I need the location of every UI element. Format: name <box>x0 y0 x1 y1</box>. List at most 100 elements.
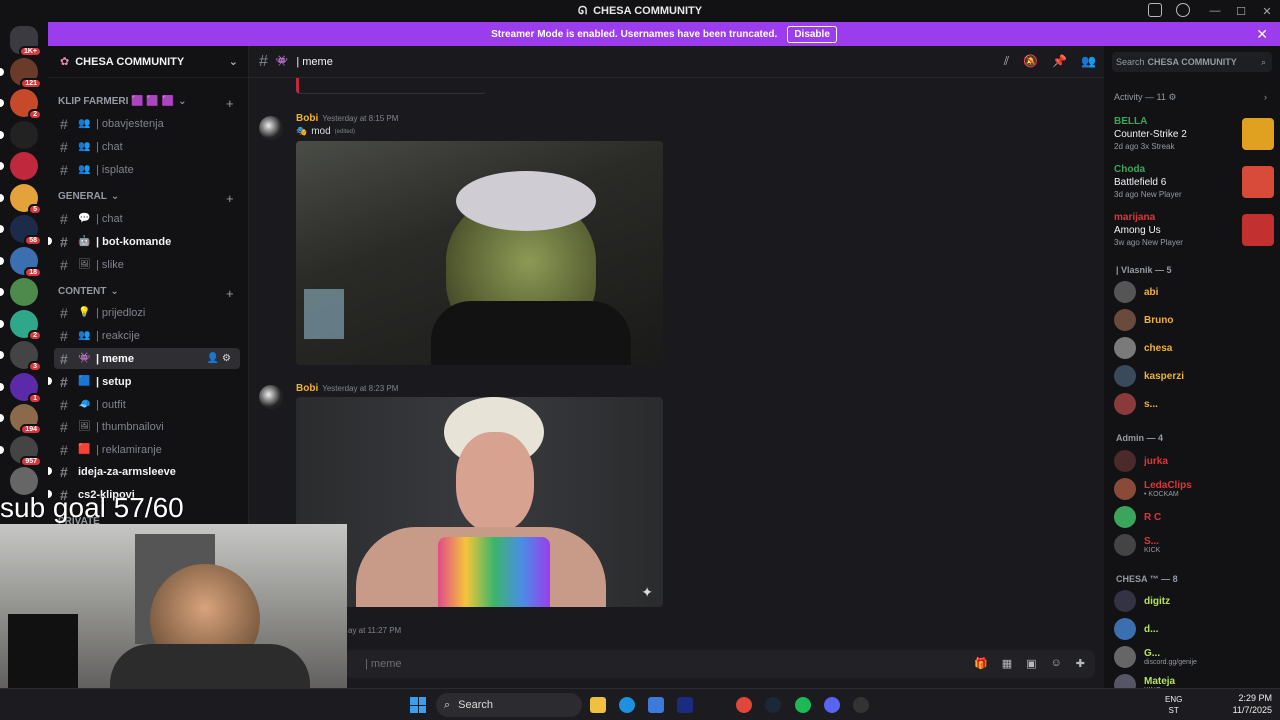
member-item[interactable]: Bruno <box>1114 308 1173 332</box>
gift-icon[interactable]: 🎁 <box>974 657 988 670</box>
avatar <box>1114 281 1136 303</box>
channel-name: ideja-za-armsleeve <box>78 465 176 478</box>
pin-icon[interactable]: 📌 <box>1052 54 1067 69</box>
server-icon[interactable]: 194 <box>10 404 42 435</box>
notification-bell-icon[interactable]: 🔕 <box>1023 54 1038 69</box>
channel-item[interactable]: # 🟦 | setup <box>48 371 240 392</box>
members-icon[interactable]: 👥 <box>1081 54 1096 69</box>
windows-start-icon[interactable] <box>410 697 426 713</box>
language-indicator[interactable]: ENG ST <box>1165 694 1182 716</box>
spotify-icon[interactable] <box>795 697 811 713</box>
chevron-down-icon[interactable]: ⌄ <box>229 55 238 68</box>
gif-icon[interactable]: ▦ <box>1002 657 1012 670</box>
server-icon[interactable]: 1K+ <box>10 26 42 57</box>
taskbar-search[interactable]: ⌕ Search <box>436 693 582 717</box>
activity-card[interactable]: marijana Among Us 3w ago New Player <box>1114 212 1274 256</box>
edge-icon[interactable] <box>619 697 635 713</box>
add-channel-icon[interactable]: + <box>226 191 234 206</box>
server-icon[interactable]: 2 <box>10 309 42 341</box>
steam-icon[interactable] <box>765 697 781 713</box>
category-header[interactable]: CONTENT ⌄ + <box>58 286 234 301</box>
unread-badge: 58 <box>24 235 42 246</box>
add-channel-icon[interactable]: + <box>226 286 234 301</box>
server-icon[interactable]: 18 <box>10 246 42 278</box>
message-image-zesty[interactable]: ✦ <box>296 397 663 607</box>
discord-icon[interactable] <box>824 697 840 713</box>
activity-card[interactable]: Choda Battlefield 6 3d ago New Player <box>1114 164 1274 208</box>
channel-item[interactable]: # 👾 | meme 👤⚙ <box>54 348 240 369</box>
channel-item[interactable]: # 🖼 | thumbnailovi <box>54 416 240 437</box>
server-icon[interactable]: 5 <box>10 183 42 215</box>
member-item[interactable]: LedaClips • KOCKAM <box>1114 477 1192 501</box>
channel-item[interactable]: # 🖼 | slike <box>54 254 240 275</box>
member-item[interactable]: d... <box>1114 617 1158 641</box>
activity-header[interactable]: Activity — 11 ⚙ › <box>1114 92 1267 103</box>
sequin-top <box>438 537 550 607</box>
member-item[interactable]: chesa <box>1114 336 1172 360</box>
member-item[interactable]: R C <box>1114 505 1161 529</box>
member-item[interactable]: jurka <box>1114 449 1168 473</box>
message-composer[interactable]: | meme 🎁 ▦ ▣ ☺ ✚ <box>345 650 1095 678</box>
channel-item[interactable]: # 👥 | obavjestenja <box>54 113 240 134</box>
server-icon[interactable]: 121 <box>10 57 42 89</box>
chrome-icon[interactable] <box>736 697 752 713</box>
maximize-button[interactable]: ☐ <box>1228 0 1254 22</box>
channel-item[interactable]: # 👥 | chat <box>54 136 240 157</box>
message-image-goblin[interactable] <box>296 141 663 365</box>
channel-item[interactable]: # 🟥 | reklamiranje <box>54 439 240 460</box>
store-icon[interactable] <box>648 697 664 713</box>
minimize-button[interactable]: — <box>1202 0 1228 22</box>
channel-name: | meme <box>96 352 134 365</box>
member-item[interactable]: G... discord.gg/genije <box>1114 645 1197 669</box>
file-explorer-icon[interactable] <box>590 697 606 713</box>
server-icon[interactable] <box>10 467 38 495</box>
channel-item[interactable]: # 💬 | chat <box>54 208 240 229</box>
category-header[interactable]: KLIP FARMERI 🟪 🟪 🟪 ⌄ + <box>58 96 234 111</box>
avatar[interactable] <box>259 385 283 409</box>
help-icon[interactable] <box>1176 3 1190 17</box>
sticker-icon[interactable]: ▣ <box>1026 657 1036 670</box>
avatar[interactable] <box>259 116 283 140</box>
channel-name: | obavjestenja <box>96 117 164 130</box>
member-item[interactable]: s... <box>1114 392 1158 416</box>
disable-streamer-mode-button[interactable]: Disable <box>787 25 837 43</box>
server-icon[interactable]: 3 <box>10 341 42 372</box>
category-header[interactable]: GENERAL ⌄ + <box>58 191 234 206</box>
apps-icon[interactable]: ✚ <box>1076 657 1085 670</box>
activity-card[interactable]: BELLA Counter-Strike 2 2d ago 3x Streak <box>1114 116 1274 160</box>
chevron-right-icon[interactable]: › <box>1264 92 1267 102</box>
server-icon[interactable] <box>10 152 38 180</box>
server-icon[interactable] <box>10 278 38 306</box>
server-icon[interactable]: 58 <box>10 215 42 246</box>
channel-item[interactable]: # ideja-za-armsleeve <box>48 461 240 482</box>
server-icon[interactable] <box>10 120 38 149</box>
channel-settings-icon[interactable]: 👤⚙ <box>207 353 234 364</box>
close-banner-icon[interactable]: ✕ <box>1256 26 1268 43</box>
server-icon[interactable]: 2 <box>10 89 42 120</box>
member-item[interactable]: S... KICK <box>1114 533 1160 557</box>
add-channel-icon[interactable]: + <box>226 96 234 111</box>
channel-item[interactable]: # 🤖 | bot-komande <box>48 231 240 252</box>
clock[interactable]: 2:29 PM 11/7/2025 <box>1233 692 1272 716</box>
activity-ago: 3w ago <box>1114 238 1140 247</box>
emoji-icon[interactable]: ☺ <box>1051 657 1062 670</box>
member-item[interactable]: kasperzi <box>1114 364 1184 388</box>
server-icon[interactable]: 957 <box>10 435 42 467</box>
channel-item[interactable]: # 👥 | isplate <box>54 159 240 180</box>
member-item[interactable]: abi <box>1114 280 1158 304</box>
obs-icon[interactable] <box>853 697 869 713</box>
server-icon[interactable]: 1 <box>10 372 42 404</box>
app-icon[interactable] <box>677 697 693 713</box>
threads-icon[interactable]: ⫽ <box>1004 54 1009 69</box>
channel-emoji-icon: 👾 <box>78 353 91 364</box>
channel-item[interactable]: # 💡 | prijedlozi <box>54 302 240 323</box>
server-header[interactable]: ✿ CHESA COMMUNITY ⌄ <box>48 46 248 78</box>
channel-item[interactable]: # 👥 | reakcije <box>54 325 240 346</box>
message-author[interactable]: Bobi Yesterday at 8:23 PM <box>296 383 398 394</box>
close-window-button[interactable]: ✕ <box>1254 0 1280 22</box>
channel-item[interactable]: # 🧢 | outfit <box>54 394 240 415</box>
inbox-icon[interactable] <box>1148 3 1162 17</box>
search-input[interactable]: Search CHESA COMMUNITY ⌕ <box>1112 52 1272 72</box>
message-author[interactable]: Bobi Yesterday at 8:15 PM <box>296 113 398 124</box>
member-item[interactable]: digitz <box>1114 589 1170 613</box>
